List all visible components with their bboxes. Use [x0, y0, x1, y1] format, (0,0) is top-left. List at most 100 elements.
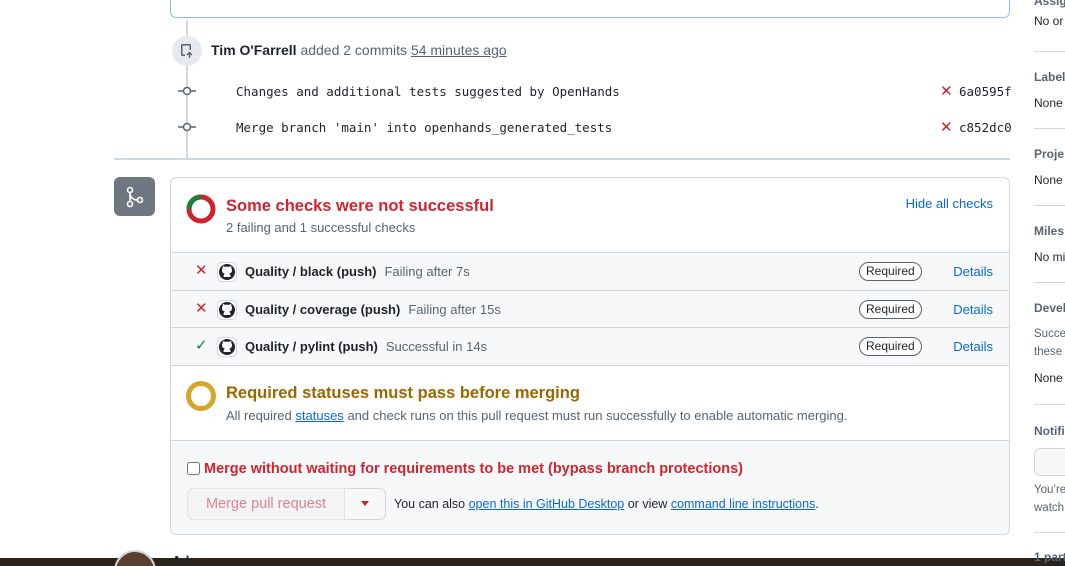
required-statuses-subtitle: All required statuses and check runs on …: [226, 408, 847, 423]
commit-sha[interactable]: c852dc0: [959, 120, 1012, 135]
git-merge-icon: [114, 177, 155, 216]
sidebar-participants: 1 part: [1034, 550, 1065, 564]
event-actor[interactable]: Tim O'Farrell: [211, 42, 297, 58]
merge-box: Some checks were not successful 2 failin…: [170, 177, 1010, 535]
sidebar-text: these: [1034, 346, 1063, 358]
sidebar-value: No mi: [1034, 250, 1065, 264]
commit-row: Changes and additional tests suggested b…: [178, 81, 1012, 101]
checks-title: Some checks were not successful: [226, 197, 494, 215]
sidebar-divider: [1034, 532, 1065, 533]
sidebar-divider: [1034, 128, 1065, 129]
merge-button-group: Merge pull request: [187, 487, 386, 520]
sidebar-heading: Notifi: [1034, 424, 1065, 438]
check-fail-icon: ✕: [195, 262, 208, 279]
sidebar-heading[interactable]: Miles: [1034, 224, 1065, 238]
required-statuses-section: Required statuses must pass before mergi…: [171, 366, 1009, 441]
commit-row: Merge branch 'main' into openhands_gener…: [178, 117, 1012, 137]
checks-subtitle: 2 failing and 1 successful checks: [226, 220, 416, 235]
check-name-text: Quality / coverage (push): [245, 301, 401, 317]
check-name: Quality / black (push) Failing after 7s: [245, 264, 470, 279]
check-name: Quality / pylint (push) Successful in 14s: [245, 339, 487, 354]
sidebar-heading[interactable]: Proje: [1034, 147, 1065, 161]
sidebar-value: None: [1034, 96, 1063, 110]
commit-fail-icon[interactable]: ✕: [940, 118, 953, 136]
commit-sha[interactable]: 6a0595f: [959, 84, 1012, 99]
sidebar-divider: [1034, 205, 1065, 206]
check-row: ✕ Quality / coverage (push) Failing after…: [171, 290, 1009, 328]
commit-node-icon: [178, 86, 196, 96]
sidebar-milestone: Miles No mi: [1034, 224, 1065, 264]
check-row: ✓ Quality / pylint (push) Successful in 1…: [171, 328, 1009, 366]
merge-hint-text: You can also: [394, 496, 466, 511]
merge-actions: Merge without waiting for requirements t…: [171, 440, 1009, 534]
required-badge: Required: [859, 299, 922, 319]
merge-method-dropdown[interactable]: [345, 487, 386, 520]
check-details-link[interactable]: Details: [953, 302, 993, 317]
github-logo-icon: [217, 262, 237, 282]
sidebar-divider: [1034, 404, 1065, 405]
sidebar-assignees: Assig No or: [1034, 0, 1065, 28]
check-name: Quality / coverage (push) Failing after 1…: [245, 302, 501, 317]
sidebar-development: Devel Succe these None: [1034, 301, 1065, 385]
statuses-link[interactable]: statuses: [295, 408, 343, 423]
github-logo-icon: [217, 299, 237, 320]
check-description: Successful in 14s: [385, 339, 488, 354]
sidebar-labels: Label None: [1034, 70, 1065, 110]
checks-status-donut-icon: [186, 194, 216, 224]
bypass-protections-option[interactable]: Merge without waiting for requirements t…: [187, 461, 743, 477]
previous-comment-box: [170, 0, 1010, 18]
sidebar-heading[interactable]: Devel: [1034, 301, 1065, 315]
event-time[interactable]: 54 minutes ago: [411, 42, 507, 58]
merge-hint-end: .: [815, 496, 819, 511]
caret-down-icon: [361, 501, 369, 506]
required-badge: Required: [859, 337, 922, 356]
sidebar-projects: Proje None: [1034, 147, 1065, 187]
sidebar-heading: 1 part: [1034, 550, 1065, 564]
sidebar-heading[interactable]: Assig: [1034, 0, 1065, 8]
next-comment-actor[interactable]: Ad: [172, 553, 189, 566]
pending-ring-icon: [186, 380, 216, 411]
checks-summary: Some checks were not successful 2 failin…: [171, 178, 1009, 253]
check-fail-icon: ✕: [195, 299, 208, 317]
push-event-text: Tim O'Farrell added 2 commits 54 minutes…: [211, 42, 507, 58]
required-statuses-title: Required statuses must pass before mergi…: [226, 383, 580, 402]
sidebar-value: None: [1034, 371, 1063, 385]
hide-all-checks-button[interactable]: Hide all checks: [906, 196, 993, 211]
check-details-link[interactable]: Details: [953, 339, 993, 354]
bottom-strip: [0, 558, 1065, 566]
sidebar-value: None: [1034, 173, 1063, 187]
push-event-icon: [172, 36, 202, 66]
merge-pull-request-button[interactable]: Merge pull request: [187, 487, 345, 520]
check-description: Failing after 7s: [384, 264, 470, 279]
merge-hint: You can also open this in GitHub Desktop…: [394, 497, 819, 511]
check-description: Failing after 15s: [408, 301, 501, 317]
sidebar-heading[interactable]: Label: [1034, 70, 1065, 84]
check-success-icon: ✓: [195, 337, 208, 354]
sidebar-text: watch: [1034, 502, 1065, 514]
sidebar-notifications-text: You’re watch: [1034, 481, 1065, 517]
open-github-desktop-link[interactable]: open this in GitHub Desktop: [469, 497, 625, 511]
bypass-label: Merge without waiting for requirements t…: [204, 460, 743, 477]
check-name-text: Quality / pylint (push): [245, 339, 378, 354]
sidebar-text: Succe: [1034, 328, 1065, 340]
github-logo-icon: [217, 337, 237, 357]
subscribe-button[interactable]: [1034, 448, 1065, 476]
required-sub-text-end: and check runs on this pull request must…: [347, 407, 848, 423]
commit-message[interactable]: Changes and additional tests suggested b…: [236, 84, 620, 99]
bypass-checkbox[interactable]: [187, 462, 200, 475]
timeline-divider: [114, 158, 1010, 160]
sidebar-value: No or: [1034, 14, 1064, 28]
check-name-text: Quality / black (push): [245, 264, 377, 279]
commit-fail-icon[interactable]: ✕: [940, 82, 953, 100]
sidebar: Assig No or Label None Proje None Miles …: [1034, 0, 1065, 566]
sidebar-divider: [1034, 51, 1065, 52]
sidebar-notifications: Notifi: [1034, 424, 1065, 438]
avatar[interactable]: [114, 550, 156, 566]
commit-node-icon: [178, 122, 196, 132]
check-row: ✕ Quality / black (push) Failing after 7s…: [171, 253, 1009, 291]
event-action: added 2 commits: [300, 42, 408, 58]
commit-message[interactable]: Merge branch 'main' into openhands_gener…: [236, 120, 612, 135]
required-sub-text: All required: [226, 407, 292, 423]
command-line-instructions-link[interactable]: command line instructions: [671, 497, 816, 511]
check-details-link[interactable]: Details: [953, 264, 993, 279]
